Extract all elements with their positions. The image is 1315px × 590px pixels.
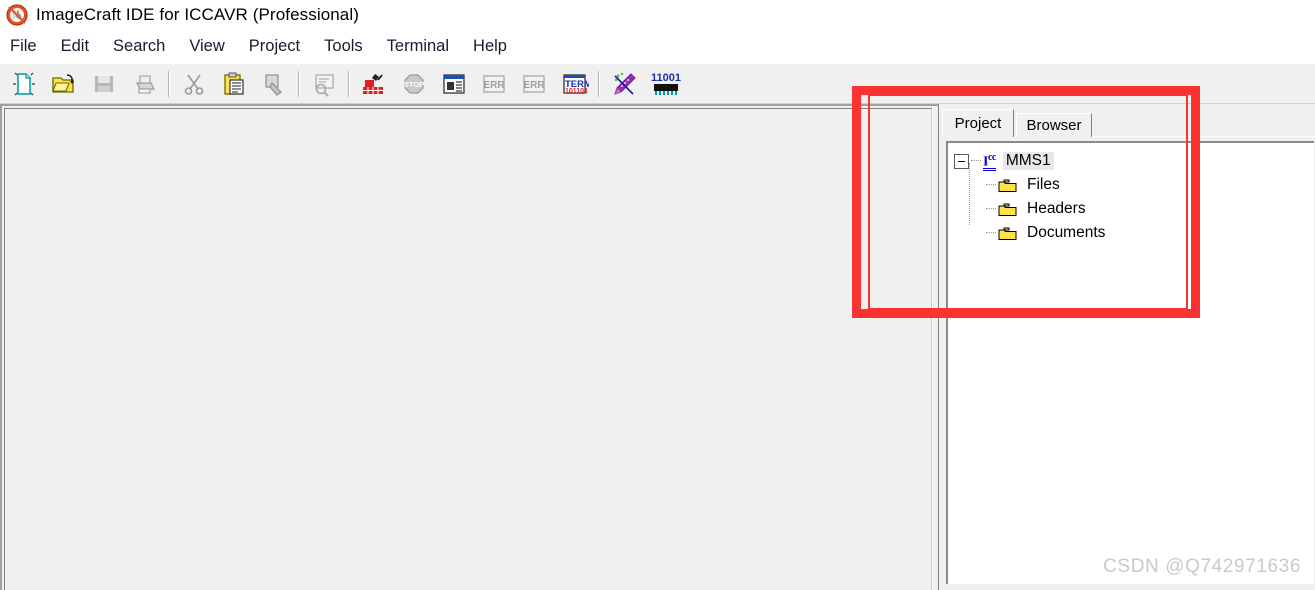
watermark: CSDN @Q742971636 [1103,556,1301,577]
menu-item-tools[interactable]: Tools [324,37,363,56]
toolbar-app-builder-button[interactable] [604,67,644,101]
paste-clipboard-icon [219,70,249,98]
toolbar-copy-button[interactable] [254,67,294,101]
toolbar-paste-button[interactable] [214,67,254,101]
tree-connector-dots [971,160,981,162]
toolbar-new-file-button[interactable] [4,67,44,101]
folder-icon [998,202,1017,217]
chip-programmer-icon: 11001 [649,70,681,98]
window-title: ImageCraft IDE for ICCAVR (Professional) [36,5,359,24]
editor-document-area[interactable] [4,108,932,590]
project-tree: Icc MMS1 Files Headers Documents [948,143,1314,245]
icc-project-icon: Icc [983,151,996,172]
title-bar: ImageCraft IDE for ICCAVR (Professional) [0,0,1315,30]
new-file-icon [9,70,39,98]
tree-node-headers[interactable]: Headers [954,197,1314,221]
menu-item-edit[interactable]: Edit [61,37,89,56]
toolbar-stop-build-button[interactable]: STOP [394,67,434,101]
tree-connector-dots [986,232,996,234]
toolbar-separator [598,70,600,97]
folder-icon [998,226,1017,241]
toolbar-open-file-button[interactable] [44,67,84,101]
tab-browser[interactable]: Browser [1016,113,1092,137]
previous-error-icon: ERR [519,70,549,98]
toolbar-separator [298,70,300,97]
project-panel: Project Browser Icc MMS1 Files Headers D… [938,104,1315,590]
toolbar-separator [348,70,350,97]
toolbar-separator [168,70,170,97]
svg-text:11001: 11001 [651,72,681,84]
tree-node-files[interactable]: Files [954,173,1314,197]
tree-node-label-headers[interactable]: Headers [1024,200,1089,218]
toolbar-find-in-files-button[interactable] [304,67,344,101]
find-in-files-icon [309,70,339,98]
terminal-icon: TERM 101101 [559,70,592,98]
toolbar-terminal-button[interactable]: TERM 101101 [554,67,594,101]
copy-stamp-icon [259,70,289,98]
tree-connector-dots [986,208,996,210]
tree-node-mms1[interactable]: Icc MMS1 [954,149,1314,173]
editor-mdi-client[interactable] [0,104,946,590]
cut-scissors-icon [179,70,209,98]
menu-item-project[interactable]: Project [249,37,300,56]
svg-text:ERR: ERR [483,80,505,91]
project-panel-body: Icc MMS1 Files Headers Documents [942,136,1314,587]
toolbar-chip-programmer-button[interactable]: 11001 [644,67,684,101]
tree-node-label-documents[interactable]: Documents [1024,224,1108,242]
toolbar-print-button[interactable] [124,67,164,101]
toolbar-previous-error-button[interactable]: ERR [514,67,554,101]
next-error-icon: ERR [479,70,509,98]
menu-item-view[interactable]: View [189,37,224,56]
print-icon [129,70,159,98]
toolbar-cut-button[interactable] [174,67,214,101]
toolbar-next-error-button[interactable]: ERR [474,67,514,101]
editor-surface[interactable] [6,110,930,590]
application-builder-wizard-icon [609,70,639,98]
tree-node-documents[interactable]: Documents [954,221,1314,245]
toolbar: STOP ERR ERR TERM 101101 11001 [0,63,1315,104]
minus-expander-icon[interactable] [954,153,969,169]
folder-icon [998,178,1017,193]
toolbar-save-button[interactable] [84,67,124,101]
toolbar-build-project-button[interactable] [354,67,394,101]
project-panel-tabstrip: Project Browser [942,107,1314,137]
toolbar-project-settings-button[interactable] [434,67,474,101]
menu-item-help[interactable]: Help [473,37,507,56]
menu-item-file[interactable]: File [10,37,37,56]
imagecraft-logo-icon [6,4,28,26]
menu-item-search[interactable]: Search [113,37,165,56]
application-window: ImageCraft IDE for ICCAVR (Professional)… [0,0,1315,590]
tab-project[interactable]: Project [942,109,1014,137]
svg-text:STOP: STOP [404,80,424,89]
menu-bar: File Edit Search View Project Tools Term… [0,31,1315,62]
tree-connector-dots [986,184,996,186]
project-settings-icon [439,70,469,98]
tree-node-label-files[interactable]: Files [1024,176,1063,194]
svg-text:ERR: ERR [523,80,545,91]
stop-build-icon: STOP [399,70,429,98]
menu-item-terminal[interactable]: Terminal [387,37,449,56]
tree-node-label-mms1[interactable]: MMS1 [1002,152,1054,170]
svg-text:101101: 101101 [565,88,588,95]
save-icon [89,70,119,98]
project-tree-view[interactable]: Icc MMS1 Files Headers Documents [946,141,1314,584]
open-folder-icon [49,70,79,98]
build-project-icon [359,70,389,98]
